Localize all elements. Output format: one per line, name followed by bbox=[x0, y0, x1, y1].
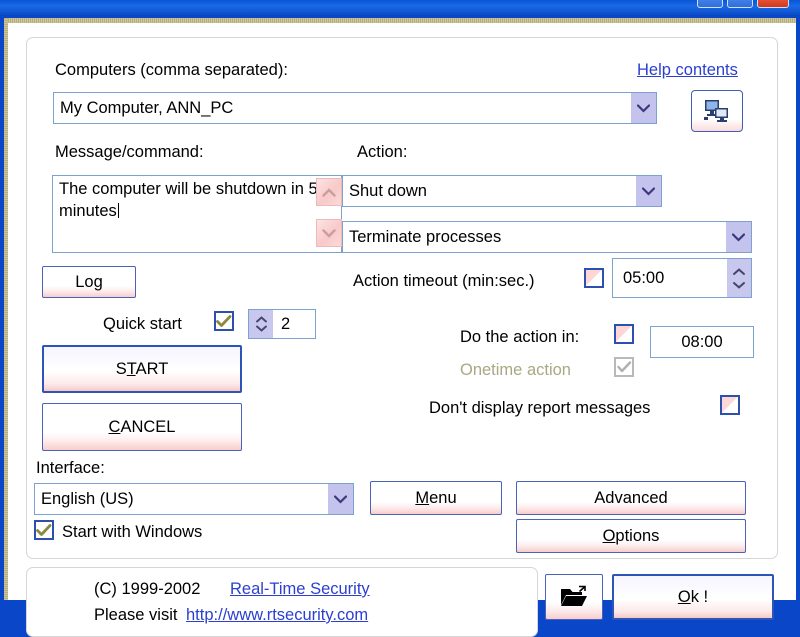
spinner-arrows[interactable] bbox=[249, 310, 273, 338]
message-textarea[interactable]: The computer will be shutdown in 5 minut… bbox=[52, 175, 342, 253]
window-client-area: Computers (comma separated): Help conten… bbox=[8, 23, 796, 637]
network-computers-icon bbox=[704, 100, 728, 122]
action-timeout-value: 05:00 bbox=[623, 268, 665, 287]
visit-url-link[interactable]: http://www.rtsecurity.com bbox=[186, 607, 368, 624]
start-button-label: START bbox=[115, 359, 169, 378]
log-button[interactable]: Log bbox=[42, 266, 136, 298]
cancel-button[interactable]: CANCEL bbox=[42, 403, 242, 451]
help-contents-link[interactable]: Help contents bbox=[637, 62, 738, 79]
menu-button-label: Menu bbox=[415, 488, 457, 507]
options-button-label: Options bbox=[602, 526, 660, 545]
action-timeout-label: Action timeout (min:sec.) bbox=[353, 272, 535, 290]
action-mode-value: Terminate processes bbox=[349, 227, 502, 246]
quick-start-checkbox[interactable] bbox=[214, 311, 234, 331]
title-bar bbox=[0, 0, 800, 15]
minimize-button[interactable] bbox=[697, 0, 723, 8]
chevron-down-icon[interactable] bbox=[725, 222, 751, 252]
text-caret bbox=[117, 202, 119, 218]
action-mode-combobox[interactable]: Terminate processes bbox=[342, 221, 752, 253]
computers-value: My Computer, ANN_PC bbox=[60, 98, 234, 117]
maximize-button[interactable] bbox=[727, 0, 753, 8]
message-value: The computer will be shutdown in 5 minut… bbox=[59, 180, 318, 220]
message-label: Message/command: bbox=[55, 143, 204, 161]
spinner-arrows[interactable] bbox=[727, 259, 751, 297]
application-window: Computers (comma separated): Help conten… bbox=[0, 0, 800, 637]
interface-combobox[interactable]: English (US) bbox=[34, 483, 354, 515]
no-report-checkbox[interactable] bbox=[720, 395, 740, 415]
ok-button-label: Ok ! bbox=[677, 587, 709, 606]
check-icon bbox=[216, 314, 232, 327]
no-report-label: Don't display report messages bbox=[429, 399, 651, 417]
copyright-text: (C) 1999-2002 bbox=[94, 580, 201, 598]
options-button[interactable]: Options bbox=[516, 519, 746, 553]
chevron-down-icon[interactable] bbox=[630, 93, 656, 123]
quick-start-spinner[interactable]: 2 bbox=[248, 309, 316, 339]
message-scroll-down-button[interactable] bbox=[316, 219, 342, 247]
folder-open-icon bbox=[561, 585, 587, 606]
window-frame-right bbox=[796, 15, 800, 600]
interface-label: Interface: bbox=[36, 459, 105, 477]
computers-combobox[interactable]: My Computer, ANN_PC bbox=[53, 92, 657, 124]
company-link[interactable]: Real-Time Security bbox=[230, 581, 370, 598]
log-button-label: Log bbox=[75, 272, 103, 291]
chevron-down-icon[interactable] bbox=[327, 484, 353, 514]
quick-start-value: 2 bbox=[281, 314, 291, 333]
check-icon bbox=[36, 523, 52, 536]
action-value: Shut down bbox=[349, 181, 427, 200]
cancel-button-label: CANCEL bbox=[108, 417, 176, 436]
action-timeout-checkbox[interactable] bbox=[584, 268, 604, 288]
do-action-in-label: Do the action in: bbox=[460, 328, 580, 346]
computers-label: Computers (comma separated): bbox=[55, 61, 288, 79]
do-action-in-checkbox[interactable] bbox=[614, 324, 634, 344]
open-file-button[interactable] bbox=[545, 574, 603, 620]
quick-start-label: Quick start bbox=[103, 315, 182, 333]
ok-button[interactable]: Ok ! bbox=[612, 574, 774, 620]
action-combobox[interactable]: Shut down bbox=[342, 175, 662, 207]
start-button[interactable]: START bbox=[42, 345, 242, 393]
menu-button[interactable]: Menu bbox=[370, 481, 502, 515]
do-action-in-input[interactable]: 08:00 bbox=[650, 326, 754, 358]
check-icon bbox=[616, 361, 631, 373]
about-panel bbox=[26, 567, 538, 637]
interface-value: English (US) bbox=[41, 489, 134, 508]
visit-text: Please visit bbox=[94, 606, 178, 624]
onetime-action-label: Onetime action bbox=[460, 361, 571, 379]
close-button[interactable] bbox=[757, 0, 789, 8]
advanced-button[interactable]: Advanced bbox=[516, 481, 746, 515]
advanced-button-label: Advanced bbox=[594, 488, 668, 507]
start-with-windows-label: Start with Windows bbox=[62, 523, 203, 541]
chevron-down-icon[interactable] bbox=[635, 176, 661, 206]
do-action-in-value: 08:00 bbox=[681, 332, 723, 351]
action-timeout-spinner[interactable]: 05:00 bbox=[612, 258, 752, 298]
action-label: Action: bbox=[357, 143, 408, 161]
browse-computers-button[interactable] bbox=[691, 90, 743, 132]
message-scroll-up-button[interactable] bbox=[316, 178, 342, 206]
start-with-windows-checkbox[interactable] bbox=[34, 520, 54, 540]
onetime-action-checkbox bbox=[614, 357, 634, 377]
